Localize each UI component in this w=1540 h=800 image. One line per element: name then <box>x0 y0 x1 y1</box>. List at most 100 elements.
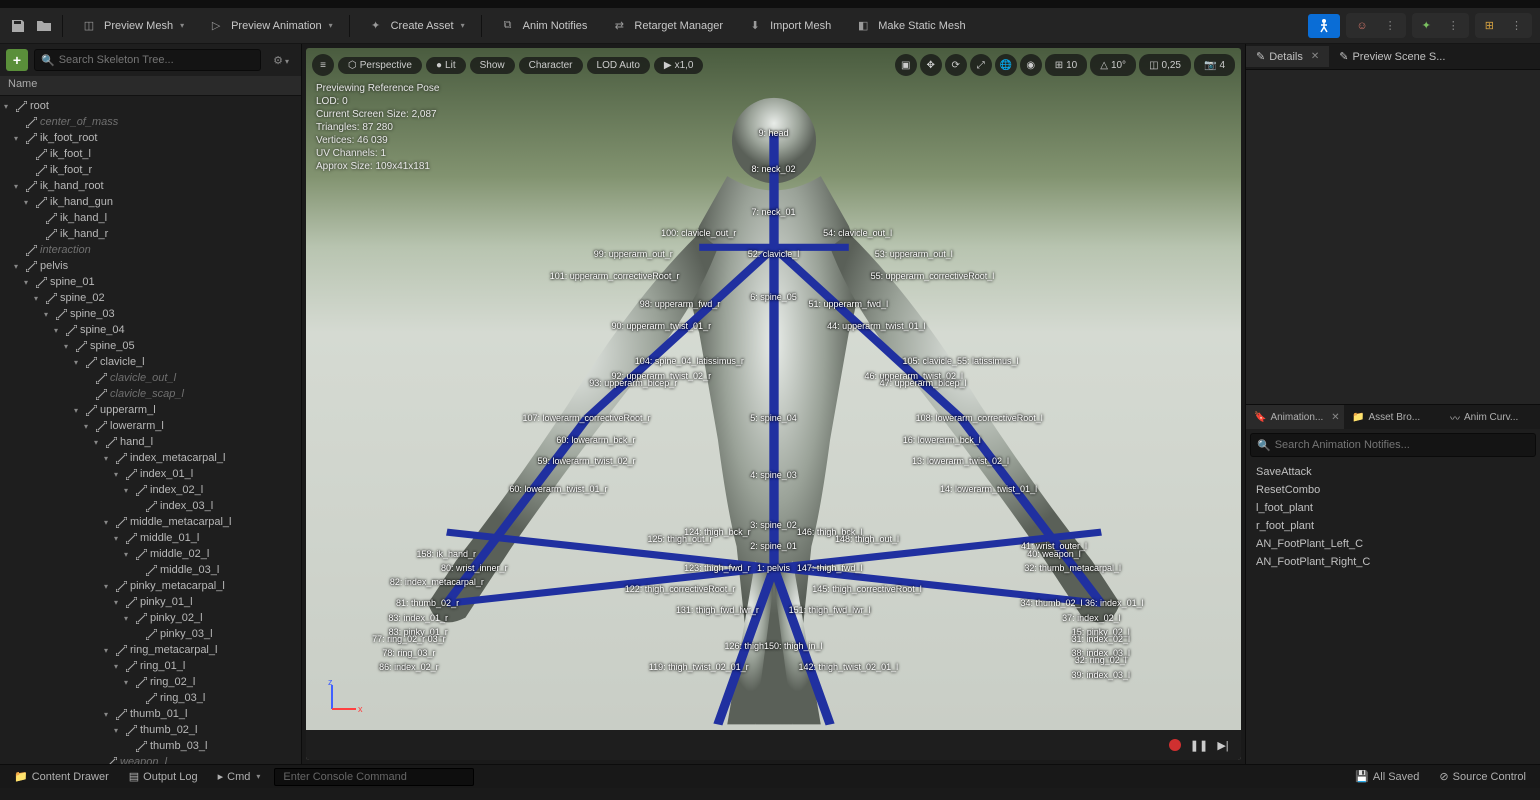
preview-mesh-button[interactable]: ◫Preview Mesh▾ <box>71 12 192 40</box>
content-drawer-button[interactable]: 📁 Content Drawer <box>8 768 115 785</box>
notify-AN_FootPlant_Right_C[interactable]: AN_FootPlant_Right_C <box>1246 553 1540 571</box>
bone-pinky_01_l[interactable]: ▾pinky_01_l <box>0 594 301 610</box>
preview-animation-button[interactable]: ▷Preview Animation▾ <box>198 12 341 40</box>
select-tool[interactable]: ▣ <box>895 54 917 76</box>
tree-settings-button[interactable]: ⚙▾ <box>267 54 295 67</box>
save-icon[interactable] <box>8 16 28 36</box>
bone-clavicle_l[interactable]: ▾clavicle_l <box>0 354 301 370</box>
rotate-tool[interactable]: ⟳ <box>945 54 967 76</box>
bone-pelvis[interactable]: ▾pelvis <box>0 258 301 274</box>
mode-more-2[interactable]: ⋮ <box>1440 15 1467 36</box>
viewport[interactable]: ≡ ⬡ Perspective ● Lit Show Character LOD… <box>306 48 1241 760</box>
notify-l_foot_plant[interactable]: l_foot_plant <box>1246 499 1540 517</box>
bone-interaction[interactable]: interaction <box>0 242 301 258</box>
surface-snap[interactable]: ◉ <box>1020 54 1042 76</box>
bone-ik_foot_root[interactable]: ▾ik_foot_root <box>0 130 301 146</box>
bone-clavicle_scap_l[interactable]: clavicle_scap_l <box>0 386 301 402</box>
mode-more-3[interactable]: ⋮ <box>1503 15 1530 36</box>
cmd-button[interactable]: ▸ Cmd ▾ <box>212 768 267 785</box>
bone-ring_01_l[interactable]: ▾ring_01_l <box>0 658 301 674</box>
output-log-button[interactable]: ▤ Output Log <box>123 768 204 785</box>
bone-spine_04[interactable]: ▾spine_04 <box>0 322 301 338</box>
anim-notifies-button[interactable]: ⧉Anim Notifies <box>490 12 596 40</box>
bone-thumb_03_l[interactable]: thumb_03_l <box>0 738 301 754</box>
bone-lowerarm_l[interactable]: ▾lowerarm_l <box>0 418 301 434</box>
tree-search[interactable]: 🔍 <box>34 49 261 71</box>
mesh-mode-button[interactable]: ☺ <box>1348 16 1375 36</box>
lit-button[interactable]: ● Lit <box>426 57 466 74</box>
bone-ring_metacarpal_l[interactable]: ▾ring_metacarpal_l <box>0 642 301 658</box>
camera-speed[interactable]: 📷 4 <box>1194 54 1235 76</box>
bone-clavicle_out_l[interactable]: clavicle_out_l <box>0 370 301 386</box>
bone-center_of_mass[interactable]: center_of_mass <box>0 114 301 130</box>
bone-ik_foot_l[interactable]: ik_foot_l <box>0 146 301 162</box>
bone-ik_foot_r[interactable]: ik_foot_r <box>0 162 301 178</box>
bone-index_03_l[interactable]: index_03_l <box>0 498 301 514</box>
tree-search-input[interactable] <box>59 54 254 66</box>
lod-button[interactable]: LOD Auto <box>587 57 650 74</box>
bone-ik_hand_gun[interactable]: ▾ik_hand_gun <box>0 194 301 210</box>
bone-hand_l[interactable]: ▾hand_l <box>0 434 301 450</box>
record-button[interactable] <box>1167 737 1183 753</box>
bone-index_02_l[interactable]: ▾index_02_l <box>0 482 301 498</box>
bone-ik_hand_r[interactable]: ik_hand_r <box>0 226 301 242</box>
notify-search-input[interactable] <box>1275 439 1529 451</box>
notify-AN_FootPlant_Left_C[interactable]: AN_FootPlant_Left_C <box>1246 535 1540 553</box>
bone-root[interactable]: ▾root <box>0 98 301 114</box>
tab-anim-curves[interactable]: 〰 Anim Curv... <box>1442 405 1540 429</box>
bone-spine_03[interactable]: ▾spine_03 <box>0 306 301 322</box>
bone-middle_02_l[interactable]: ▾middle_02_l <box>0 546 301 562</box>
bone-ik_hand_root[interactable]: ▾ik_hand_root <box>0 178 301 194</box>
bone-spine_05[interactable]: ▾spine_05 <box>0 338 301 354</box>
mode-more-1[interactable]: ⋮ <box>1377 15 1404 36</box>
retarget-button[interactable]: ⇄Retarget Manager <box>601 12 731 40</box>
bone-middle_01_l[interactable]: ▾middle_01_l <box>0 530 301 546</box>
scale-snap[interactable]: ◫ 0,25 <box>1139 54 1191 76</box>
notify-list[interactable]: SaveAttackResetCombol_foot_plantr_foot_p… <box>1246 461 1540 764</box>
scale-tool[interactable]: ⤢ <box>970 54 992 76</box>
notify-r_foot_plant[interactable]: r_foot_plant <box>1246 517 1540 535</box>
create-asset-button[interactable]: ✦Create Asset▾ <box>358 12 473 40</box>
bone-pinky_metacarpal_l[interactable]: ▾pinky_metacarpal_l <box>0 578 301 594</box>
bone-ik_hand_l[interactable]: ik_hand_l <box>0 210 301 226</box>
translate-tool[interactable]: ✥ <box>920 54 942 76</box>
step-button[interactable]: ▶| <box>1215 737 1231 753</box>
bone-spine_02[interactable]: ▾spine_02 <box>0 290 301 306</box>
bone-index_metacarpal_l[interactable]: ▾index_metacarpal_l <box>0 450 301 466</box>
bone-middle_metacarpal_l[interactable]: ▾middle_metacarpal_l <box>0 514 301 530</box>
tab-details[interactable]: ✎ Details✕ <box>1246 46 1329 67</box>
bone-weapon_l[interactable]: weapon_l <box>0 754 301 764</box>
viewport-menu-button[interactable]: ≡ <box>312 54 334 76</box>
bone-thumb_02_l[interactable]: ▾thumb_02_l <box>0 722 301 738</box>
world-local-toggle[interactable]: 🌐 <box>995 54 1017 76</box>
bone-middle_03_l[interactable]: middle_03_l <box>0 562 301 578</box>
bone-thumb_01_l[interactable]: ▾thumb_01_l <box>0 706 301 722</box>
show-button[interactable]: Show <box>470 57 515 74</box>
pause-button[interactable]: ❚❚ <box>1191 737 1207 753</box>
bone-ring_03_l[interactable]: ring_03_l <box>0 690 301 706</box>
bone-spine_01[interactable]: ▾spine_01 <box>0 274 301 290</box>
angle-snap[interactable]: △ 10° <box>1090 54 1136 76</box>
console-input[interactable]: Enter Console Command <box>274 768 474 786</box>
bone-ring_02_l[interactable]: ▾ring_02_l <box>0 674 301 690</box>
grid-snap[interactable]: ⊞ 10 <box>1045 54 1088 76</box>
import-mesh-button[interactable]: ⬇Import Mesh <box>737 12 839 40</box>
browse-icon[interactable] <box>34 16 54 36</box>
close-icon[interactable]: ✕ <box>1311 51 1319 62</box>
all-saved-status[interactable]: 💾 All Saved <box>1349 768 1425 785</box>
character-button[interactable]: Character <box>519 57 583 74</box>
perspective-button[interactable]: ⬡ Perspective <box>338 57 422 74</box>
playback-speed[interactable]: ▶ x1,0 <box>654 57 704 74</box>
bone-pinky_03_l[interactable]: pinky_03_l <box>0 626 301 642</box>
tab-animation-notifies[interactable]: 🔖 Animation... ✕ <box>1246 405 1344 429</box>
bone-index_01_l[interactable]: ▾index_01_l <box>0 466 301 482</box>
bone-upperarm_l[interactable]: ▾upperarm_l <box>0 402 301 418</box>
notify-SaveAttack[interactable]: SaveAttack <box>1246 463 1540 481</box>
skeleton-mode-button[interactable] <box>1308 14 1340 38</box>
notify-search[interactable]: 🔍 <box>1250 433 1536 457</box>
bone-pinky_02_l[interactable]: ▾pinky_02_l <box>0 610 301 626</box>
notify-ResetCombo[interactable]: ResetCombo <box>1246 481 1540 499</box>
add-bone-button[interactable]: + <box>6 49 28 71</box>
bone-tree[interactable]: ▾rootcenter_of_mass▾ik_foot_rootik_foot_… <box>0 96 301 764</box>
source-control-button[interactable]: ⊘ Source Control <box>1433 768 1532 785</box>
